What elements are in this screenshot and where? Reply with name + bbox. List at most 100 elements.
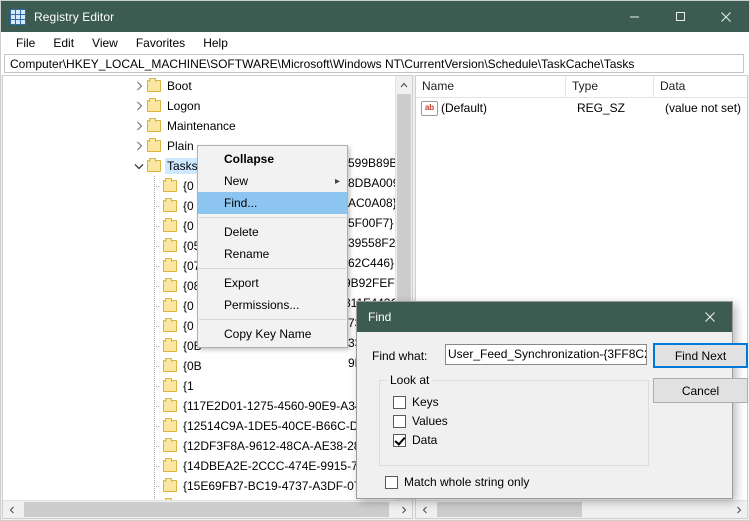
keys-checkbox[interactable] [393,395,406,409]
scroll-up-button[interactable] [396,76,412,93]
scroll-left-button[interactable] [3,501,20,518]
maximize-button[interactable] [657,1,703,32]
tree-item-label: {0 [183,299,194,313]
find-dialog-title: Find [368,310,392,324]
find-what-label: Find what: [372,349,428,363]
folder-icon [163,418,177,432]
folder-icon [163,258,177,272]
context-menu-item-export[interactable]: Export [198,272,347,294]
registry-path-input[interactable]: Computer\HKEY_LOCAL_MACHINE\SOFTWARE\Mic… [4,54,744,73]
tree-item-guid[interactable]: {12DF3F8A-9612-48CA-AE38-2818FA70 [3,436,396,456]
scrollbar-thumb[interactable] [24,502,389,517]
find-next-button[interactable]: Find Next [653,343,748,368]
tree-item-maintenance[interactable]: Maintenance [3,116,396,136]
folder-icon [163,458,177,472]
tree-item-label: {0B [183,359,202,373]
find-what-input[interactable]: User_Feed_Synchronization-{3FF8C2EB-270B [445,344,647,365]
data-checkbox[interactable] [393,433,406,447]
column-header-data[interactable]: Data [654,76,747,97]
tree-connector [147,296,163,316]
context-menu-item-collapse[interactable]: Collapse [198,148,347,170]
scroll-right-button[interactable] [395,501,412,518]
find-dialog-close-button[interactable] [687,302,732,332]
folder-icon [163,298,177,312]
tree-item-guid[interactable]: {14DBEA2E-2CCC-474E-9915-7468B25 [3,456,396,476]
context-menu-item-rename[interactable]: Rename [198,243,347,265]
tree-connector [147,176,163,196]
tree-connector [147,396,163,416]
tree-item-label: Boot [167,79,192,93]
value-data: (value not set) [665,101,742,115]
folder-icon [163,398,177,412]
tree-item-guid[interactable]: {12514C9A-1DE5-40CE-B66C-D6838DA [3,416,396,436]
data-checkbox-row[interactable]: Data [393,433,437,447]
tree-item-logon[interactable]: Logon [3,96,396,116]
folder-icon [163,358,177,372]
values-checkbox[interactable] [393,414,406,428]
tree-connector [147,316,163,336]
scroll-right-button[interactable] [730,501,747,518]
find-dialog-body: Find what: User_Feed_Synchronization-{3F… [357,332,748,498]
minimize-button[interactable] [611,1,657,32]
column-header-type[interactable]: Type [566,76,654,97]
context-menu-item-copy-key-name[interactable]: Copy Key Name [198,323,347,345]
folder-icon [163,478,177,492]
table-row[interactable]: ab (Default) REG_SZ (value not set) [416,98,747,118]
scrollbar-thumb[interactable] [397,94,411,310]
tree-item-guid[interactable]: {1 [3,376,396,396]
chevron-right-icon[interactable] [131,76,147,96]
keys-checkbox-row[interactable]: Keys [393,395,439,409]
chevron-right-icon[interactable] [131,136,147,156]
menu-help[interactable]: Help [194,34,237,52]
tree-item-label: Tasks [165,158,200,174]
values-checkbox-row[interactable]: Values [393,414,448,428]
scroll-left-button[interactable] [416,501,433,518]
values-header: Name Type Data [416,76,747,98]
window-title: Registry Editor [34,9,115,24]
tree-connector [147,476,163,496]
tree-item-guid[interactable]: {15E69FB7-BC19-4737-A3DF-0700D395 [3,476,396,496]
match-whole-string-checkbox[interactable] [385,475,398,489]
folder-icon [147,158,161,172]
tree-item-label: Plain [167,139,194,153]
tree-horizontal-scrollbar[interactable] [3,500,412,518]
scrollbar-track[interactable] [433,501,730,518]
context-menu[interactable]: Collapse New ▸ Find... Delete Rename Exp… [197,145,348,348]
folder-icon [147,98,161,112]
tree-item-label: Maintenance [167,119,236,133]
tree-item-boot[interactable]: Boot [3,76,396,96]
find-dialog: Find Find what: User_Feed_Synchronizatio… [356,301,748,499]
match-whole-string-label: Match whole string only [404,475,530,489]
context-menu-item-delete[interactable]: Delete [198,221,347,243]
context-menu-item-new[interactable]: New ▸ [198,170,347,192]
menu-divider [199,217,346,218]
tree-connector [147,256,163,276]
menu-file[interactable]: File [7,34,44,52]
tree-item-label: {0 [183,319,194,333]
chevron-right-icon[interactable] [131,96,147,116]
context-menu-item-permissions[interactable]: Permissions... [198,294,347,316]
context-menu-item-find[interactable]: Find... [198,192,347,214]
tree-connector [147,336,163,356]
close-button[interactable] [703,1,749,32]
folder-icon [163,378,177,392]
tree-item-guid[interactable]: {0B [3,356,396,376]
tree-item-guid[interactable]: {117E2D01-1275-4560-90E9-A34BB4EE [3,396,396,416]
context-menu-item-label: New [224,174,249,188]
menu-favorites[interactable]: Favorites [127,34,194,52]
scrollbar-thumb[interactable] [437,502,582,517]
data-label: Data [412,433,438,447]
match-whole-string-row[interactable]: Match whole string only [385,475,529,489]
chevron-right-icon[interactable] [131,116,147,136]
folder-icon [163,438,177,452]
tree-connector [147,436,163,456]
column-header-name[interactable]: Name [416,76,566,97]
menu-edit[interactable]: Edit [44,34,83,52]
scrollbar-track[interactable] [20,501,395,518]
value-name: (Default) [441,101,488,115]
title-bar: Registry Editor [1,1,749,32]
chevron-down-icon[interactable] [131,156,147,176]
cancel-button[interactable]: Cancel [653,378,748,403]
menu-view[interactable]: View [83,34,127,52]
values-horizontal-scrollbar[interactable] [416,500,747,518]
